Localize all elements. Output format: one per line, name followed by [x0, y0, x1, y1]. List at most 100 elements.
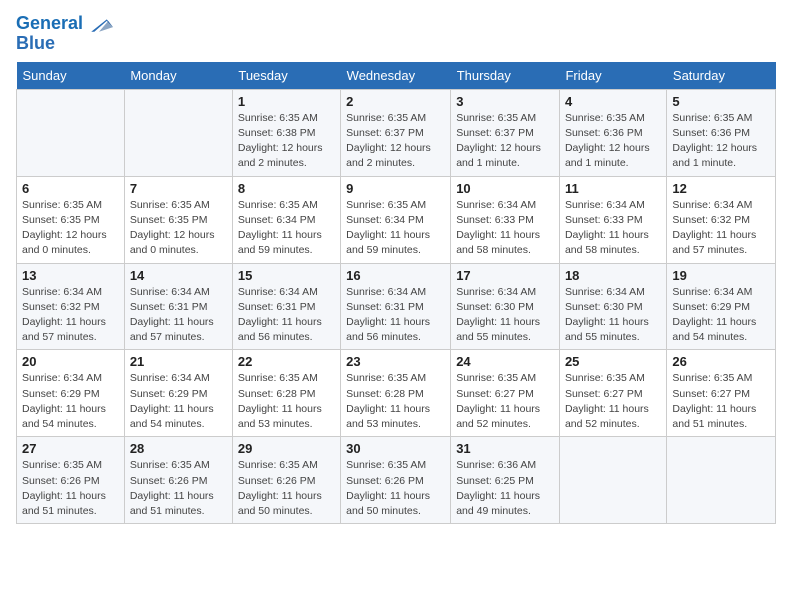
weekday-header-tuesday: Tuesday: [232, 62, 340, 90]
day-info: Sunrise: 6:35 AM Sunset: 6:35 PM Dayligh…: [130, 198, 227, 259]
day-cell: 8 Sunrise: 6:35 AM Sunset: 6:34 PM Daylig…: [232, 176, 340, 263]
day-info: Sunrise: 6:34 AM Sunset: 6:33 PM Dayligh…: [456, 198, 554, 259]
day-cell: 4Sunrise: 6:35 AM Sunset: 6:36 PM Daylig…: [559, 89, 666, 176]
day-number: 16: [346, 268, 445, 283]
day-cell: 23 Sunrise: 6:35 AM Sunset: 6:28 PM Dayli…: [341, 350, 451, 437]
day-number: 5: [672, 94, 770, 109]
day-number: 30: [346, 441, 445, 456]
weekday-header-friday: Friday: [559, 62, 666, 90]
day-cell: 30 Sunrise: 6:35 AM Sunset: 6:26 PM Dayli…: [341, 437, 451, 524]
day-cell: 24 Sunrise: 6:35 AM Sunset: 6:27 PM Dayli…: [451, 350, 560, 437]
day-number: 7: [130, 181, 227, 196]
week-row-4: 20 Sunrise: 6:34 AM Sunset: 6:29 PM Dayli…: [17, 350, 776, 437]
weekday-header-wednesday: Wednesday: [341, 62, 451, 90]
day-info: Sunrise: 6:35 AM Sunset: 6:27 PM Dayligh…: [672, 371, 770, 432]
day-info: Sunrise: 6:35 AM Sunset: 6:28 PM Dayligh…: [346, 371, 445, 432]
day-info: Sunrise: 6:35 AM Sunset: 6:34 PM Dayligh…: [346, 198, 445, 259]
day-info: Sunrise: 6:35 AM Sunset: 6:28 PM Dayligh…: [238, 371, 335, 432]
day-number: 29: [238, 441, 335, 456]
day-info: Sunrise: 6:34 AM Sunset: 6:31 PM Dayligh…: [130, 285, 227, 346]
day-number: 8: [238, 181, 335, 196]
day-cell: 16 Sunrise: 6:34 AM Sunset: 6:31 PM Dayli…: [341, 263, 451, 350]
weekday-header-thursday: Thursday: [451, 62, 560, 90]
day-cell: 14 Sunrise: 6:34 AM Sunset: 6:31 PM Dayli…: [124, 263, 232, 350]
day-info: Sunrise: 6:35 AM Sunset: 6:26 PM Dayligh…: [346, 458, 445, 519]
day-cell: [559, 437, 666, 524]
day-info: Sunrise: 6:34 AM Sunset: 6:32 PM Dayligh…: [672, 198, 770, 259]
day-number: 23: [346, 354, 445, 369]
weekday-header-row: SundayMondayTuesdayWednesdayThursdayFrid…: [17, 62, 776, 90]
day-number: 22: [238, 354, 335, 369]
day-number: 27: [22, 441, 119, 456]
day-cell: 29 Sunrise: 6:35 AM Sunset: 6:26 PM Dayli…: [232, 437, 340, 524]
day-info: Sunrise: 6:35 AM Sunset: 6:26 PM Dayligh…: [130, 458, 227, 519]
day-cell: 5 Sunrise: 6:35 AM Sunset: 6:36 PM Daylig…: [667, 89, 776, 176]
logo: General Blue: [16, 10, 113, 54]
day-cell: 31Sunrise: 6:36 AM Sunset: 6:25 PM Dayli…: [451, 437, 560, 524]
day-number: 6: [22, 181, 119, 196]
day-info: Sunrise: 6:35 AM Sunset: 6:27 PM Dayligh…: [456, 371, 554, 432]
day-number: 18: [565, 268, 661, 283]
week-row-5: 27 Sunrise: 6:35 AM Sunset: 6:26 PM Dayli…: [17, 437, 776, 524]
day-cell: 3 Sunrise: 6:35 AM Sunset: 6:37 PM Daylig…: [451, 89, 560, 176]
day-cell: 9 Sunrise: 6:35 AM Sunset: 6:34 PM Daylig…: [341, 176, 451, 263]
day-cell: 6 Sunrise: 6:35 AM Sunset: 6:35 PM Daylig…: [17, 176, 125, 263]
day-info: Sunrise: 6:35 AM Sunset: 6:37 PM Dayligh…: [346, 111, 445, 172]
week-row-3: 13Sunrise: 6:34 AM Sunset: 6:32 PM Dayli…: [17, 263, 776, 350]
day-cell: 26Sunrise: 6:35 AM Sunset: 6:27 PM Dayli…: [667, 350, 776, 437]
day-info: Sunrise: 6:35 AM Sunset: 6:35 PM Dayligh…: [22, 198, 119, 259]
day-info: Sunrise: 6:35 AM Sunset: 6:36 PM Dayligh…: [565, 111, 661, 172]
day-cell: 27 Sunrise: 6:35 AM Sunset: 6:26 PM Dayli…: [17, 437, 125, 524]
day-cell: 28 Sunrise: 6:35 AM Sunset: 6:26 PM Dayli…: [124, 437, 232, 524]
day-number: 2: [346, 94, 445, 109]
day-number: 14: [130, 268, 227, 283]
day-cell: 13Sunrise: 6:34 AM Sunset: 6:32 PM Dayli…: [17, 263, 125, 350]
day-cell: 18 Sunrise: 6:34 AM Sunset: 6:30 PM Dayli…: [559, 263, 666, 350]
weekday-header-sunday: Sunday: [17, 62, 125, 90]
day-info: Sunrise: 6:34 AM Sunset: 6:30 PM Dayligh…: [565, 285, 661, 346]
day-number: 19: [672, 268, 770, 283]
day-cell: 10Sunrise: 6:34 AM Sunset: 6:33 PM Dayli…: [451, 176, 560, 263]
day-number: 20: [22, 354, 119, 369]
day-info: Sunrise: 6:35 AM Sunset: 6:26 PM Dayligh…: [22, 458, 119, 519]
day-number: 11: [565, 181, 661, 196]
day-cell: [667, 437, 776, 524]
day-cell: 2 Sunrise: 6:35 AM Sunset: 6:37 PM Daylig…: [341, 89, 451, 176]
day-number: 31: [456, 441, 554, 456]
day-info: Sunrise: 6:34 AM Sunset: 6:31 PM Dayligh…: [346, 285, 445, 346]
day-info: Sunrise: 6:34 AM Sunset: 6:29 PM Dayligh…: [22, 371, 119, 432]
day-number: 15: [238, 268, 335, 283]
day-number: 9: [346, 181, 445, 196]
day-number: 25: [565, 354, 661, 369]
day-number: 3: [456, 94, 554, 109]
day-number: 28: [130, 441, 227, 456]
day-cell: 20 Sunrise: 6:34 AM Sunset: 6:29 PM Dayli…: [17, 350, 125, 437]
day-cell: 22 Sunrise: 6:35 AM Sunset: 6:28 PM Dayli…: [232, 350, 340, 437]
day-number: 21: [130, 354, 227, 369]
day-info: Sunrise: 6:35 AM Sunset: 6:38 PM Dayligh…: [238, 111, 335, 172]
weekday-header-monday: Monday: [124, 62, 232, 90]
day-number: 24: [456, 354, 554, 369]
day-cell: 1 Sunrise: 6:35 AM Sunset: 6:38 PM Daylig…: [232, 89, 340, 176]
day-info: Sunrise: 6:35 AM Sunset: 6:36 PM Dayligh…: [672, 111, 770, 172]
week-row-2: 6 Sunrise: 6:35 AM Sunset: 6:35 PM Daylig…: [17, 176, 776, 263]
calendar-table: SundayMondayTuesdayWednesdayThursdayFrid…: [16, 62, 776, 524]
day-number: 12: [672, 181, 770, 196]
day-cell: 21 Sunrise: 6:34 AM Sunset: 6:29 PM Dayli…: [124, 350, 232, 437]
day-cell: 7 Sunrise: 6:35 AM Sunset: 6:35 PM Daylig…: [124, 176, 232, 263]
day-info: Sunrise: 6:35 AM Sunset: 6:37 PM Dayligh…: [456, 111, 554, 172]
day-info: Sunrise: 6:34 AM Sunset: 6:32 PM Dayligh…: [22, 285, 119, 346]
day-cell: 12 Sunrise: 6:34 AM Sunset: 6:32 PM Dayli…: [667, 176, 776, 263]
main-container: General Blue SundayMondayTuesdayWednesda…: [0, 0, 792, 540]
day-number: 1: [238, 94, 335, 109]
day-info: Sunrise: 6:34 AM Sunset: 6:30 PM Dayligh…: [456, 285, 554, 346]
day-info: Sunrise: 6:35 AM Sunset: 6:27 PM Dayligh…: [565, 371, 661, 432]
day-cell: 19 Sunrise: 6:34 AM Sunset: 6:29 PM Dayli…: [667, 263, 776, 350]
day-info: Sunrise: 6:35 AM Sunset: 6:34 PM Dayligh…: [238, 198, 335, 259]
day-info: Sunrise: 6:34 AM Sunset: 6:33 PM Dayligh…: [565, 198, 661, 259]
logo-text-blue: Blue: [16, 34, 55, 54]
day-info: Sunrise: 6:34 AM Sunset: 6:29 PM Dayligh…: [672, 285, 770, 346]
day-info: Sunrise: 6:35 AM Sunset: 6:26 PM Dayligh…: [238, 458, 335, 519]
header: General Blue: [16, 10, 776, 54]
day-info: Sunrise: 6:34 AM Sunset: 6:29 PM Dayligh…: [130, 371, 227, 432]
